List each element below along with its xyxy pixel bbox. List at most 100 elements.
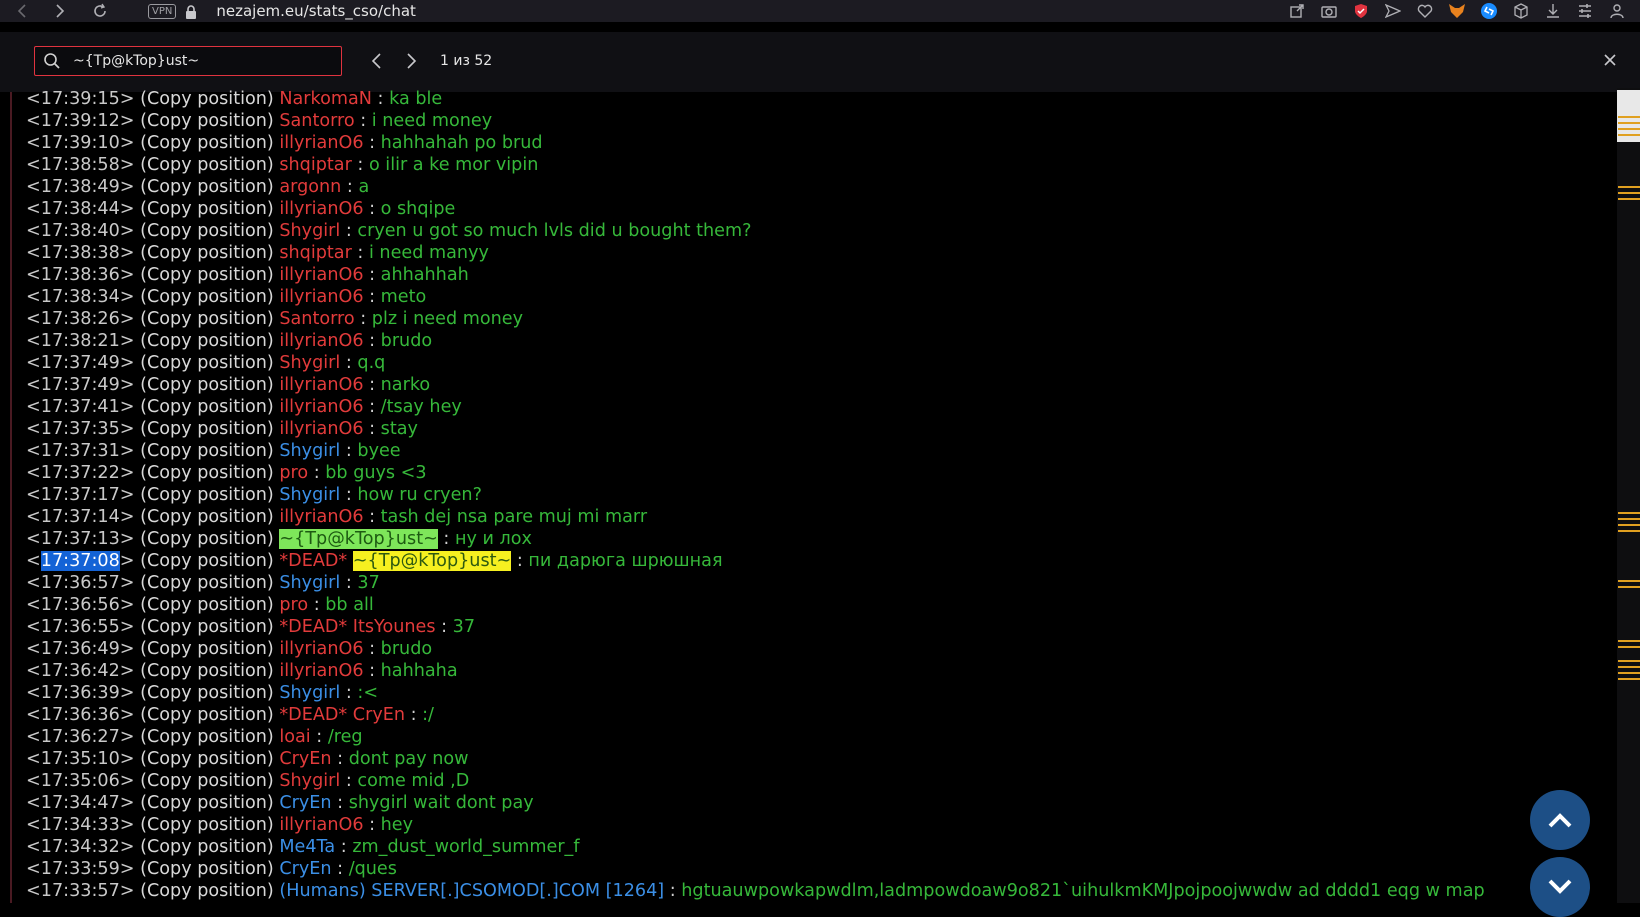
chat-line: <17:38:36> (Copy position) illyrianO6 : … bbox=[26, 264, 1606, 286]
find-previous-icon[interactable] bbox=[368, 52, 386, 70]
timestamp-bracket: > bbox=[119, 551, 141, 571]
player-name: Me4Ta bbox=[279, 837, 336, 857]
scrollbar-track[interactable] bbox=[1617, 88, 1640, 903]
chat-line: <17:38:40> (Copy position) Shygirl : cry… bbox=[26, 220, 1606, 242]
copy-position-link[interactable]: (Copy position) bbox=[140, 353, 274, 373]
player-name: Shygirl bbox=[279, 485, 341, 505]
close-icon[interactable] bbox=[1602, 52, 1618, 68]
copy-position-link[interactable]: (Copy position) bbox=[140, 573, 274, 593]
chat-timestamp: 17:37:49 bbox=[40, 375, 120, 395]
copy-position-link[interactable]: (Copy position) bbox=[140, 551, 274, 571]
timestamp-bracket: < bbox=[26, 529, 41, 549]
player-name: CryEn bbox=[352, 705, 405, 725]
copy-position-link[interactable]: (Copy position) bbox=[140, 507, 274, 527]
chat-timestamp: 17:37:14 bbox=[40, 507, 120, 527]
address-bar-url[interactable]: nezajem.eu/stats_cso/chat bbox=[216, 2, 416, 20]
fox-extension-icon[interactable] bbox=[1448, 2, 1466, 20]
chat-message: bb guys <3 bbox=[325, 463, 427, 483]
copy-position-link[interactable]: (Copy position) bbox=[140, 155, 274, 175]
copy-position-link[interactable]: (Copy position) bbox=[140, 331, 274, 351]
chat-message: hahhaha bbox=[380, 661, 458, 681]
copy-position-link[interactable]: (Copy position) bbox=[140, 177, 274, 197]
copy-position-link[interactable]: (Copy position) bbox=[140, 529, 274, 549]
vpn-badge[interactable]: VPN bbox=[148, 3, 177, 19]
timestamp-bracket: > bbox=[119, 815, 141, 835]
find-input[interactable] bbox=[71, 52, 335, 70]
reload-icon[interactable] bbox=[90, 1, 110, 21]
name-separator: : bbox=[363, 507, 381, 527]
camera-icon[interactable] bbox=[1320, 2, 1338, 20]
copy-position-link[interactable]: (Copy position) bbox=[140, 243, 274, 263]
name-separator: : bbox=[340, 573, 358, 593]
timestamp-bracket: > bbox=[119, 397, 141, 417]
copy-position-link[interactable]: (Copy position) bbox=[140, 221, 274, 241]
forward-icon[interactable] bbox=[50, 1, 70, 21]
copy-position-link[interactable]: (Copy position) bbox=[140, 265, 274, 285]
scroll-to-top-button[interactable] bbox=[1530, 790, 1590, 850]
copy-position-link[interactable]: (Copy position) bbox=[140, 463, 274, 483]
copy-position-link[interactable]: (Copy position) bbox=[140, 837, 274, 857]
shazam-icon[interactable] bbox=[1480, 2, 1498, 20]
chat-line: <17:37:35> (Copy position) illyrianO6 : … bbox=[26, 418, 1606, 440]
chat-timestamp: 17:38:44 bbox=[40, 199, 120, 219]
find-field[interactable] bbox=[34, 46, 342, 76]
timestamp-bracket: < bbox=[26, 177, 41, 197]
timestamp-bracket: < bbox=[26, 133, 41, 153]
copy-position-link[interactable]: (Copy position) bbox=[140, 727, 274, 747]
copy-position-link[interactable]: (Copy position) bbox=[140, 419, 274, 439]
copy-position-link[interactable]: (Copy position) bbox=[140, 771, 274, 791]
back-icon[interactable] bbox=[12, 1, 32, 21]
timestamp-bracket: < bbox=[26, 199, 41, 219]
chat-message: /tsay hey bbox=[380, 397, 462, 417]
share-icon[interactable] bbox=[1288, 2, 1306, 20]
lock-icon[interactable] bbox=[184, 4, 198, 19]
copy-position-link[interactable]: (Copy position) bbox=[140, 441, 274, 461]
find-match-marker bbox=[1618, 134, 1640, 136]
copy-position-link[interactable]: (Copy position) bbox=[140, 309, 274, 329]
copy-position-link[interactable]: (Copy position) bbox=[140, 639, 274, 659]
copy-position-link[interactable]: (Copy position) bbox=[140, 617, 274, 637]
heart-icon[interactable] bbox=[1416, 2, 1434, 20]
chat-timestamp: 17:38:40 bbox=[40, 221, 120, 241]
copy-position-link[interactable]: (Copy position) bbox=[140, 199, 274, 219]
profile-icon[interactable] bbox=[1608, 2, 1626, 20]
dead-prefix: *DEAD* bbox=[279, 551, 348, 571]
timestamp-bracket: > bbox=[119, 199, 141, 219]
copy-position-link[interactable]: (Copy position) bbox=[140, 375, 274, 395]
send-icon[interactable] bbox=[1384, 2, 1402, 20]
find-match-marker bbox=[1618, 122, 1640, 124]
copy-position-link[interactable]: (Copy position) bbox=[140, 287, 274, 307]
copy-position-link[interactable]: (Copy position) bbox=[140, 397, 274, 417]
shield-icon[interactable] bbox=[1352, 2, 1370, 20]
copy-position-link[interactable]: (Copy position) bbox=[140, 89, 274, 109]
find-next-icon[interactable] bbox=[402, 52, 420, 70]
chat-message: q.q bbox=[357, 353, 386, 373]
find-match-marker bbox=[1618, 128, 1640, 130]
copy-position-link[interactable]: (Copy position) bbox=[140, 111, 274, 131]
copy-position-link[interactable]: (Copy position) bbox=[140, 705, 274, 725]
copy-position-link[interactable]: (Copy position) bbox=[140, 595, 274, 615]
download-icon[interactable] bbox=[1544, 2, 1562, 20]
copy-position-link[interactable]: (Copy position) bbox=[140, 485, 274, 505]
timestamp-bracket: > bbox=[119, 705, 141, 725]
copy-position-link[interactable]: (Copy position) bbox=[140, 859, 274, 879]
settings-sliders-icon[interactable] bbox=[1576, 2, 1594, 20]
name-separator: : bbox=[664, 881, 682, 901]
copy-position-link[interactable]: (Copy position) bbox=[140, 793, 274, 813]
player-name: illyrianO6 bbox=[279, 265, 364, 285]
copy-position-link[interactable]: (Copy position) bbox=[140, 661, 274, 681]
chat-message: cryen u got so much lvls did u bought th… bbox=[357, 221, 752, 241]
scroll-to-bottom-button[interactable] bbox=[1530, 857, 1590, 917]
copy-position-link[interactable]: (Copy position) bbox=[140, 133, 274, 153]
player-name: loai bbox=[279, 727, 311, 747]
cube-icon[interactable] bbox=[1512, 2, 1530, 20]
copy-position-link[interactable]: (Copy position) bbox=[140, 815, 274, 835]
name-separator: : bbox=[340, 771, 358, 791]
chat-line: <17:39:10> (Copy position) illyrianO6 : … bbox=[26, 132, 1606, 154]
copy-position-link[interactable]: (Copy position) bbox=[140, 881, 274, 901]
timestamp-bracket: < bbox=[26, 749, 41, 769]
chat-message: 37 bbox=[357, 573, 380, 593]
name-separator: : bbox=[363, 815, 381, 835]
copy-position-link[interactable]: (Copy position) bbox=[140, 749, 274, 769]
copy-position-link[interactable]: (Copy position) bbox=[140, 683, 274, 703]
